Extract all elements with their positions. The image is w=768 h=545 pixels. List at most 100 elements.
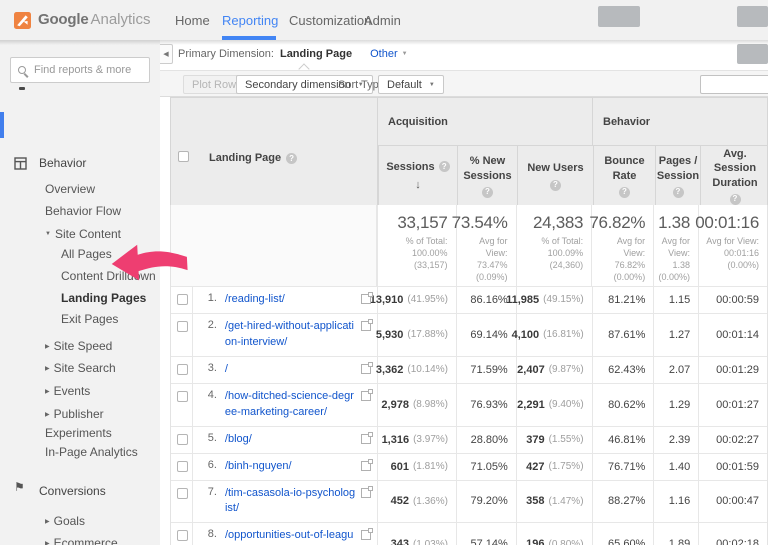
row-checkbox[interactable] [177, 461, 188, 472]
open-page-icon[interactable] [361, 434, 371, 444]
sidebar-item-conversions[interactable]: ⚑Conversions [0, 482, 160, 500]
sessions-cell: 1,316(3.97%) [377, 427, 456, 453]
collapse-sidebar-button[interactable]: ◀ [160, 44, 173, 64]
help-icon[interactable]: ? [730, 194, 741, 205]
open-page-icon[interactable] [361, 294, 371, 304]
landing-page-link[interactable]: /get-hired-without-application-interview… [225, 319, 356, 351]
new-sessions-cell: 57.14% [456, 523, 516, 545]
landing-page-header-cell[interactable]: Landing Page ? [171, 98, 378, 206]
totals-new-users-sub: % of Total: 100.09% (24,360) [519, 235, 584, 271]
open-page-icon[interactable] [361, 461, 371, 471]
redacted-daterange-box [737, 44, 768, 64]
avg-duration-cell: 00:02:18 [698, 523, 767, 545]
sidebar-item-site-search[interactable]: ▶Site Search [0, 359, 160, 377]
report-search-box[interactable] [10, 57, 150, 83]
landing-page-cell: 1./reading-list/ [192, 287, 377, 313]
help-icon[interactable]: ? [439, 161, 450, 172]
new-users-cell: 4,100(16.81%) [516, 314, 592, 356]
select-all-checkbox[interactable] [178, 151, 189, 162]
nav-reporting[interactable]: Reporting [222, 13, 278, 28]
sidebar-item-behavior-flow[interactable]: Behavior Flow [0, 202, 160, 220]
help-icon[interactable]: ? [673, 187, 684, 198]
row-checkbox[interactable] [177, 321, 188, 332]
open-page-icon[interactable] [361, 488, 371, 498]
sessions-column-header[interactable]: Sessions ? ↓ [378, 146, 457, 206]
google-analytics-logo[interactable]: GoogleAnalytics [14, 11, 151, 29]
landing-page-link[interactable]: /blog/ [225, 432, 356, 448]
pages-session-cell: 1.16 [653, 481, 698, 523]
pages-session-column-label: Pages / Session [657, 154, 699, 183]
totals-sessions-sub: % of Total: 100.00% (33,157) [380, 235, 448, 271]
landing-page-link[interactable]: /how-ditched-science-degree-marketing-ca… [225, 389, 356, 421]
behavior-icon [14, 157, 27, 170]
totals-avg-duration: 00:01:16 Avg for View: 00:01:16 (0.00%) [698, 205, 767, 286]
sidebar-item-publisher[interactable]: ▶Publisher [0, 405, 160, 423]
sessions-cell: 3,362(10.14%) [377, 357, 456, 383]
sidebar-item-ecommerce[interactable]: ▶Ecommerce [0, 534, 160, 545]
row-checkbox-cell [171, 523, 192, 545]
row-checkbox[interactable] [177, 434, 188, 445]
open-page-icon[interactable] [361, 391, 371, 401]
sort-type-button[interactable]: Default ▼ [378, 75, 444, 94]
sidebar-item-goals[interactable]: ▶Goals [0, 512, 160, 530]
sidebar-item-overview[interactable]: Overview [0, 180, 160, 198]
row-checkbox[interactable] [177, 391, 188, 402]
chevron-right-icon: ▶ [45, 518, 50, 525]
nav-admin[interactable]: Admin [364, 13, 401, 28]
table-filter-input[interactable] [700, 75, 768, 94]
chevron-right-icon: ▶ [45, 411, 50, 418]
totals-pages-session-value: 1.38 [658, 213, 690, 233]
help-icon[interactable]: ? [550, 180, 561, 191]
open-page-icon[interactable] [361, 321, 371, 331]
redacted-user-box [737, 6, 768, 27]
search-input[interactable] [34, 64, 134, 76]
sidebar-item-exit-pages[interactable]: Exit Pages [0, 310, 160, 328]
sidebar-item-site-speed[interactable]: ▶Site Speed [0, 337, 160, 355]
nav-customization[interactable]: Customization [289, 13, 371, 28]
open-page-icon[interactable] [361, 364, 371, 374]
help-icon[interactable]: ? [619, 187, 630, 198]
avg-duration-cell: 00:01:59 [698, 454, 767, 480]
nav-home[interactable]: Home [175, 13, 210, 28]
sidebar-item-events[interactable]: ▶Events [0, 382, 160, 400]
new-sessions-cell: 71.59% [456, 357, 516, 383]
new-sessions-column-header[interactable]: % New Sessions ? [457, 146, 517, 206]
other-dimension-link[interactable]: Other [370, 48, 398, 60]
totals-new-users-value: 24,383 [533, 213, 583, 233]
bounce-rate-column-header[interactable]: Bounce Rate ? [593, 146, 655, 206]
avg-duration-cell: 00:01:29 [698, 357, 767, 383]
sidebar-item-experiments[interactable]: Experiments [0, 424, 160, 442]
table-row: 1./reading-list/13,910(41.95%)86.16%11,9… [171, 287, 767, 314]
sidebar-item-behavior[interactable]: Behavior [0, 154, 160, 172]
sidebar-item-label: All Pages [61, 247, 112, 261]
landing-page-link[interactable]: /reading-list/ [225, 292, 356, 308]
sidebar-item-site-content[interactable]: ▼Site Content [0, 225, 160, 243]
row-checkbox[interactable] [177, 364, 188, 375]
avg-duration-cell: 00:01:14 [698, 314, 767, 356]
landing-page-link[interactable]: /tim-casasola-io-psychologist/ [225, 486, 356, 518]
table-row: 4./how-ditched-science-degree-marketing-… [171, 384, 767, 427]
avg-duration-column-header[interactable]: Avg. Session Duration ? [700, 146, 768, 206]
new-users-column-label: New Users [527, 161, 583, 175]
landing-page-link[interactable]: /opportunities-out-of-league/ [225, 528, 356, 545]
row-checkbox[interactable] [177, 530, 188, 541]
new-users-column-header[interactable]: New Users ? [517, 146, 593, 206]
open-page-icon[interactable] [361, 530, 371, 540]
pages-session-cell: 1.27 [653, 314, 698, 356]
primary-dimension-value[interactable]: Landing Page [280, 48, 352, 60]
landing-page-link[interactable]: /binh-nguyen/ [225, 459, 356, 475]
totals-new-users: 24,383 % of Total: 100.09% (24,360) [516, 205, 592, 286]
sidebar-item-landing-pages[interactable]: Landing Pages [0, 289, 160, 307]
table-row: 8./opportunities-out-of-league/343(1.03%… [171, 523, 767, 545]
help-icon[interactable]: ? [286, 153, 297, 164]
row-checkbox-cell [171, 481, 192, 523]
row-checkbox[interactable] [177, 294, 188, 305]
landing-page-column-label: Landing Page [209, 152, 281, 164]
pages-session-column-header[interactable]: Pages / Session ? [655, 146, 700, 206]
row-checkbox[interactable] [177, 488, 188, 499]
sidebar-item-in-page-analytics[interactable]: In-Page Analytics [0, 443, 160, 461]
sidebar-item-label: Behavior [39, 156, 86, 170]
help-icon[interactable]: ? [482, 187, 493, 198]
annotation-arrow-landing-pages [109, 239, 189, 285]
landing-page-link[interactable]: / [225, 362, 356, 378]
